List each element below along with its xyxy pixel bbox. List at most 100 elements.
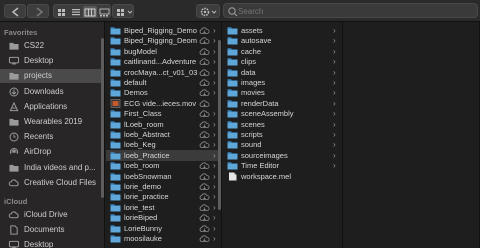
folder-row[interactable]: loebSnowman › (106, 171, 221, 182)
sidebar-item-applications[interactable]: Applications (0, 100, 104, 114)
folder-row[interactable]: caitlinand...Adventure › (106, 56, 221, 67)
cloud-download-icon[interactable] (199, 68, 210, 77)
chevron-right-icon: › (333, 109, 336, 119)
folder-row[interactable]: bugModel › (106, 46, 221, 57)
search-field[interactable] (223, 3, 478, 18)
folder-row[interactable]: default › (106, 77, 221, 88)
item-name: crocMaya...ct_v01_03 (124, 67, 198, 77)
folder-row[interactable]: lorieBiped › (106, 212, 221, 223)
browser-column-empty (344, 22, 480, 248)
forward-button[interactable] (27, 4, 49, 18)
folder-row[interactable]: clips › (223, 56, 342, 67)
folder-icon (227, 37, 238, 45)
folder-row[interactable]: Time Editor › (223, 160, 342, 171)
file-row[interactable]: ECG vide...ieces.mov (106, 98, 221, 109)
folder-row[interactable]: loeb_Abstract › (106, 129, 221, 140)
cloud-download-icon[interactable] (199, 182, 210, 191)
chevron-right-icon: › (213, 57, 216, 67)
cloud-download-icon[interactable] (199, 140, 210, 149)
action-menu-button[interactable] (196, 4, 220, 18)
sidebar-item-desktop[interactable]: Desktop (0, 54, 104, 68)
cloud-download-icon[interactable] (199, 213, 210, 222)
cloud-download-icon[interactable] (199, 36, 210, 45)
folder-row[interactable]: moosilauke › (106, 233, 221, 244)
folder-row[interactable]: images › (223, 77, 342, 88)
sidebar-item-creative-cloud-files[interactable]: Creative Cloud Files (0, 176, 104, 190)
sidebar-item-label: Recents (24, 132, 54, 142)
folder-row[interactable]: lLoeb_room › (106, 119, 221, 130)
folder-icon (110, 120, 121, 129)
item-name: renderData (241, 98, 279, 108)
sidebar-item-desktop[interactable]: Desktop (0, 238, 104, 248)
folder-row[interactable]: LorieBunny › (106, 223, 221, 234)
cloud-download-icon[interactable] (199, 224, 210, 233)
cloud-download-icon[interactable] (199, 78, 210, 87)
folder-icon (110, 183, 121, 191)
sidebar-item-india-videos-and-p[interactable]: India videos and p... (0, 161, 104, 175)
folder-row[interactable]: data › (223, 67, 342, 78)
folder-row[interactable]: loeb_Keg › (106, 139, 221, 150)
cloud-download-icon[interactable] (199, 172, 210, 181)
folder-row[interactable]: assets › (223, 25, 342, 36)
folder-row[interactable]: scripts › (223, 129, 342, 140)
sidebar-item-documents[interactable]: Documents (0, 223, 104, 237)
sidebar-item-label: Desktop (24, 240, 54, 248)
cloud-download-icon[interactable] (199, 57, 210, 66)
cloud-download-icon[interactable] (199, 120, 210, 129)
chevron-right-icon: › (213, 171, 216, 181)
folder-row[interactable]: autosave › (223, 35, 342, 46)
folder-row[interactable]: sound › (223, 139, 342, 150)
cloud-download-icon[interactable] (199, 203, 210, 212)
cloud-download-icon[interactable] (199, 192, 210, 201)
column-scrollbar[interactable] (218, 40, 221, 210)
folder-row[interactable]: renderData › (223, 98, 342, 109)
cloud-download-icon[interactable] (199, 99, 210, 108)
file-row[interactable]: workspace.mel (223, 171, 342, 182)
folder-row[interactable]: loeb_room › (106, 160, 221, 171)
folder-row[interactable]: sourceimages › (223, 150, 342, 161)
sidebar-item-label: Creative Cloud Files (24, 177, 97, 187)
folder-icon (110, 224, 121, 233)
folder-row[interactable]: Demos › (106, 87, 221, 98)
sidebar-item-wearables-2019[interactable]: Wearables 2019 (0, 115, 104, 129)
cloud-download-icon[interactable] (199, 88, 210, 97)
folder-row[interactable]: lorie_demo › (106, 181, 221, 192)
folder-row[interactable]: sceneAssembly › (223, 108, 342, 119)
folder-row[interactable]: lorie_test › (106, 202, 221, 213)
folder-icon (227, 151, 238, 160)
folder-row[interactable]: cache › (223, 46, 342, 57)
cloud-download-icon[interactable] (199, 26, 210, 35)
search-input[interactable] (238, 5, 468, 17)
folder-row[interactable]: lorie_practice › (106, 191, 221, 202)
folder-row[interactable]: First_Class › (106, 108, 221, 119)
sidebar-item-icloud-drive[interactable]: iCloud Drive (0, 208, 104, 222)
folder-row[interactable]: Biped_Rigging_Deom › (106, 35, 221, 46)
cloud-download-icon[interactable] (199, 161, 210, 170)
back-button[interactable] (4, 4, 26, 18)
sidebar-scrollbar[interactable] (101, 38, 104, 198)
sidebar-item-projects[interactable]: projects (0, 69, 104, 84)
chevron-right-icon: › (213, 67, 216, 77)
folder-row[interactable]: crocMaya...ct_v01_03 › (106, 67, 221, 78)
cloud-download-icon[interactable] (199, 109, 210, 118)
item-name: Biped_Rigging_Deom (124, 36, 197, 46)
sidebar-item-recents[interactable]: Recents (0, 130, 104, 144)
sidebar-item-cs22[interactable]: CS22 (0, 39, 104, 53)
folder-row[interactable]: scenes › (223, 119, 342, 130)
cloud-download-icon[interactable] (199, 130, 210, 139)
sidebar-item-label: CS22 (24, 41, 45, 50)
folder-row[interactable]: Biped_Rigging_Demo › (106, 25, 221, 36)
item-name: images (241, 78, 266, 87)
group-button[interactable] (112, 4, 134, 18)
folder-icon (9, 73, 19, 81)
sidebar-item-downloads[interactable]: Downloads (0, 85, 104, 99)
sidebar-item-airdrop[interactable]: AirDrop (0, 145, 104, 159)
folder-row[interactable]: movies › (223, 87, 342, 98)
chevron-right-icon: › (213, 161, 216, 171)
cloud-download-icon[interactable] (199, 47, 210, 56)
folder-icon (227, 99, 238, 108)
view-mode-segmented[interactable] (53, 4, 111, 18)
item-name: loebSnowman (124, 171, 172, 181)
folder-row[interactable]: loeb_Practice › (106, 149, 221, 161)
cloud-download-icon[interactable] (199, 234, 210, 243)
